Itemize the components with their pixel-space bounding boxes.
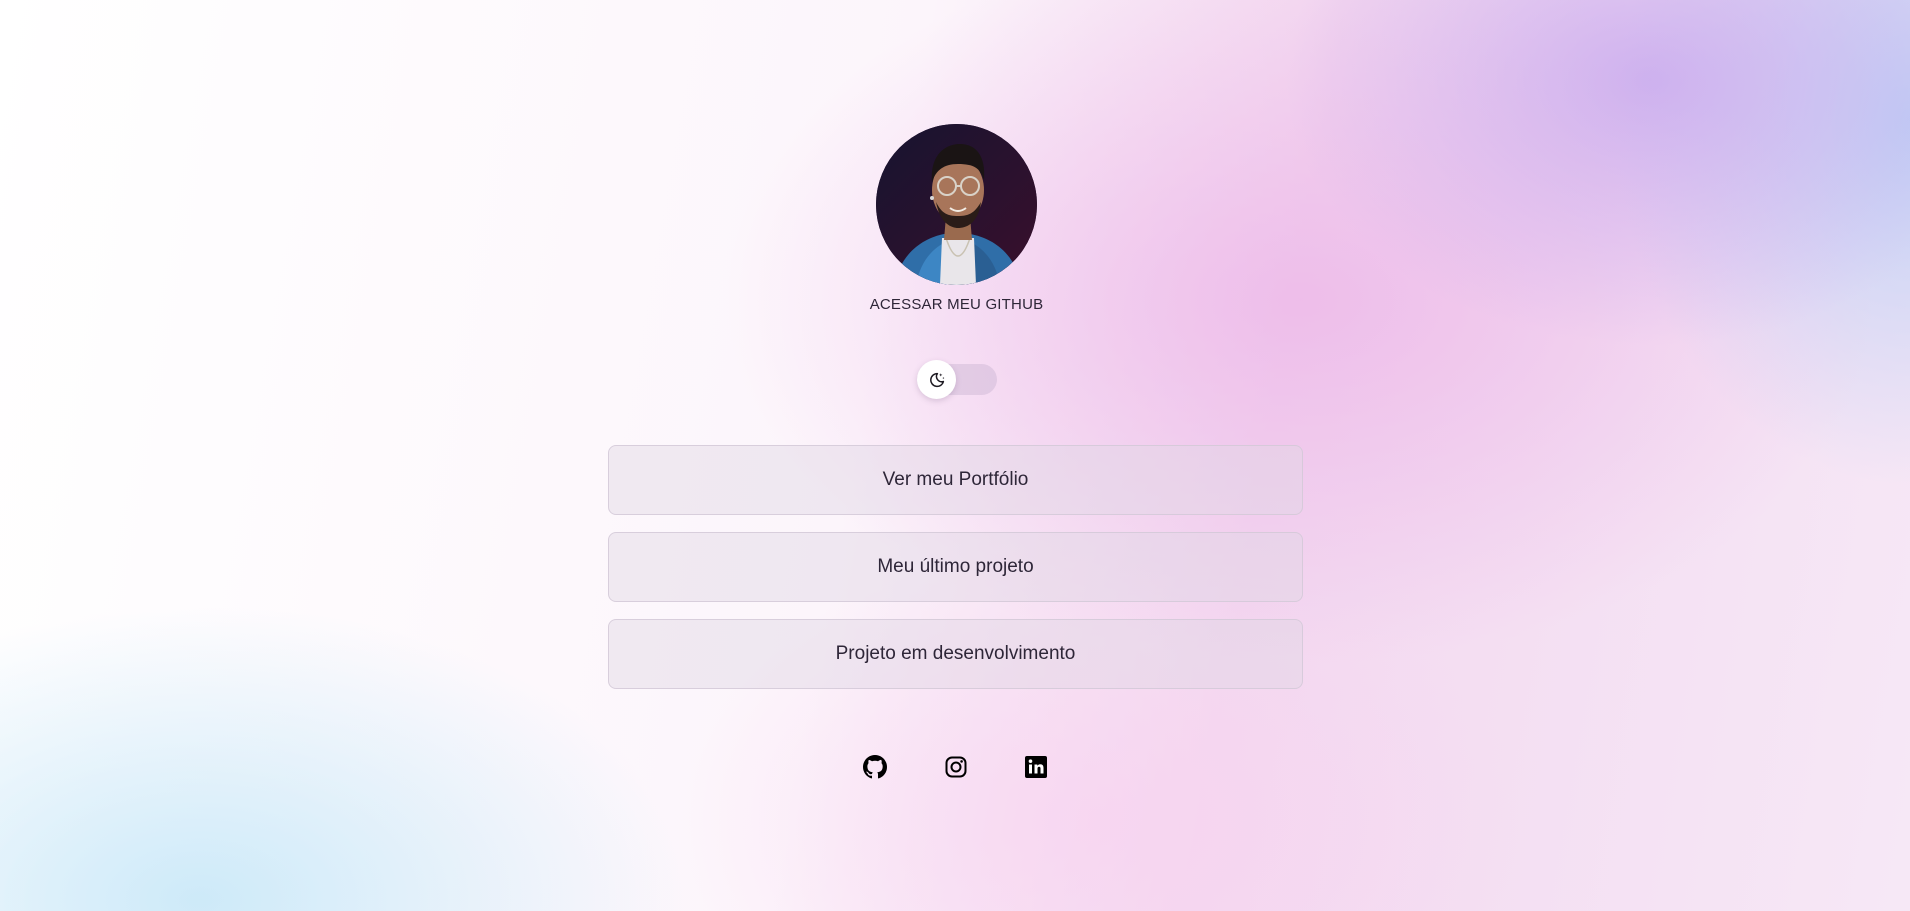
portfolio-link-button[interactable]: Ver meu Portfólio [608,445,1303,515]
latest-project-link-button[interactable]: Meu último projeto [608,532,1303,602]
instagram-social-link[interactable] [941,752,971,782]
link-list: Ver meu Portfólio Meu último projeto Pro… [608,445,1305,706]
toggle-knob [917,360,956,399]
avatar-photo [876,124,1037,285]
linkedin-icon [1025,756,1047,778]
github-social-link[interactable] [860,752,890,782]
github-icon [863,755,887,779]
link-page: ACESSAR MEU GITHUB Ver meu Portfólio Meu… [0,0,1910,911]
moon-stars-icon [929,372,944,387]
social-links [860,752,1053,782]
theme-toggle[interactable] [917,360,997,399]
github-profile-link[interactable]: ACESSAR MEU GITHUB [800,296,1113,313]
project-in-development-link-button[interactable]: Projeto em desenvolvimento [608,619,1303,689]
instagram-icon [945,756,967,778]
profile-avatar[interactable] [876,124,1037,285]
linkedin-social-link[interactable] [1021,752,1051,782]
